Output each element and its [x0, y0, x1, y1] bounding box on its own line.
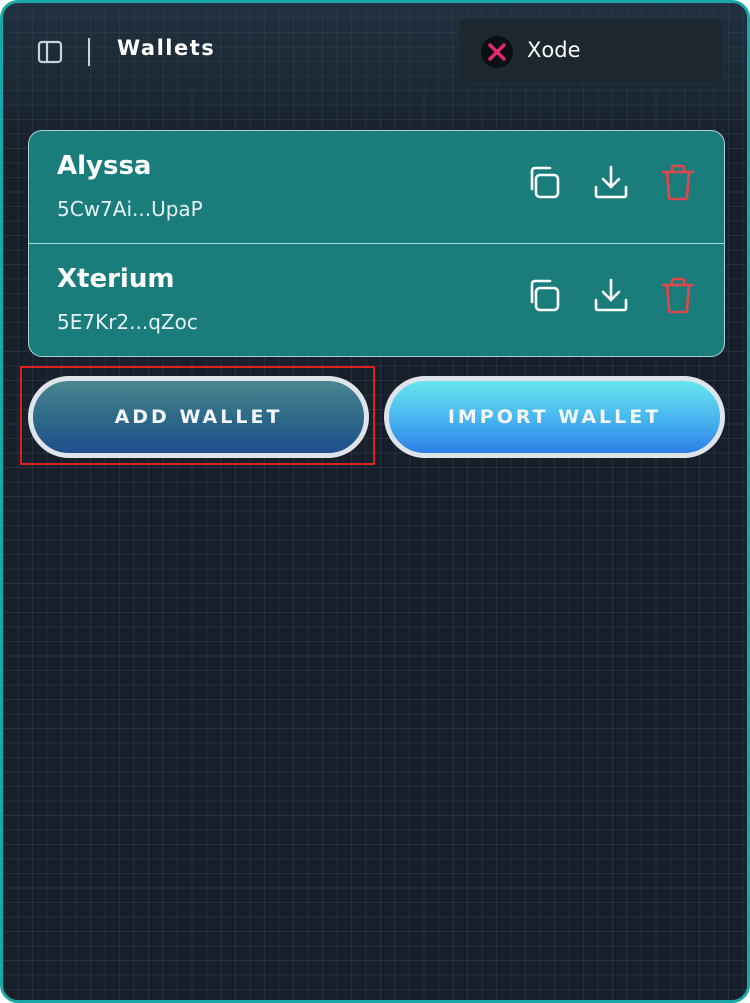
download-icon[interactable] [591, 163, 631, 203]
copy-icon[interactable] [524, 276, 564, 316]
trash-icon[interactable] [659, 163, 699, 203]
wallet-item[interactable]: Alyssa 5Cw7Ai...UpaP [29, 131, 724, 243]
wallet-actions: ADD WALLET IMPORT WALLET [28, 376, 725, 458]
wallet-address: 5E7Kr2...qZoc [57, 310, 198, 334]
wallet-address: 5Cw7Ai...UpaP [57, 197, 203, 221]
network-name: Xode [527, 38, 581, 62]
header-divider [88, 38, 90, 66]
network-selector[interactable]: Xode [458, 18, 724, 84]
copy-icon[interactable] [524, 163, 564, 203]
top-bar: Wallets Xode [3, 3, 747, 99]
add-wallet-button[interactable]: ADD WALLET [28, 376, 369, 458]
import-wallet-button[interactable]: IMPORT WALLET [384, 376, 725, 458]
app-window: Wallets Xode Alyssa 5Cw7Ai...UpaP Xteriu… [0, 0, 750, 1003]
sidebar-toggle-icon[interactable] [37, 40, 63, 64]
download-icon[interactable] [591, 276, 631, 316]
wallet-name: Xterium [57, 264, 175, 294]
wallet-name: Alyssa [57, 151, 152, 181]
wallet-list: Alyssa 5Cw7Ai...UpaP Xterium 5E7Kr2...qZ… [28, 130, 725, 357]
page-title: Wallets [117, 36, 216, 60]
wallet-item[interactable]: Xterium 5E7Kr2...qZoc [29, 243, 724, 356]
trash-icon[interactable] [659, 276, 699, 316]
xode-logo-icon [481, 36, 513, 68]
